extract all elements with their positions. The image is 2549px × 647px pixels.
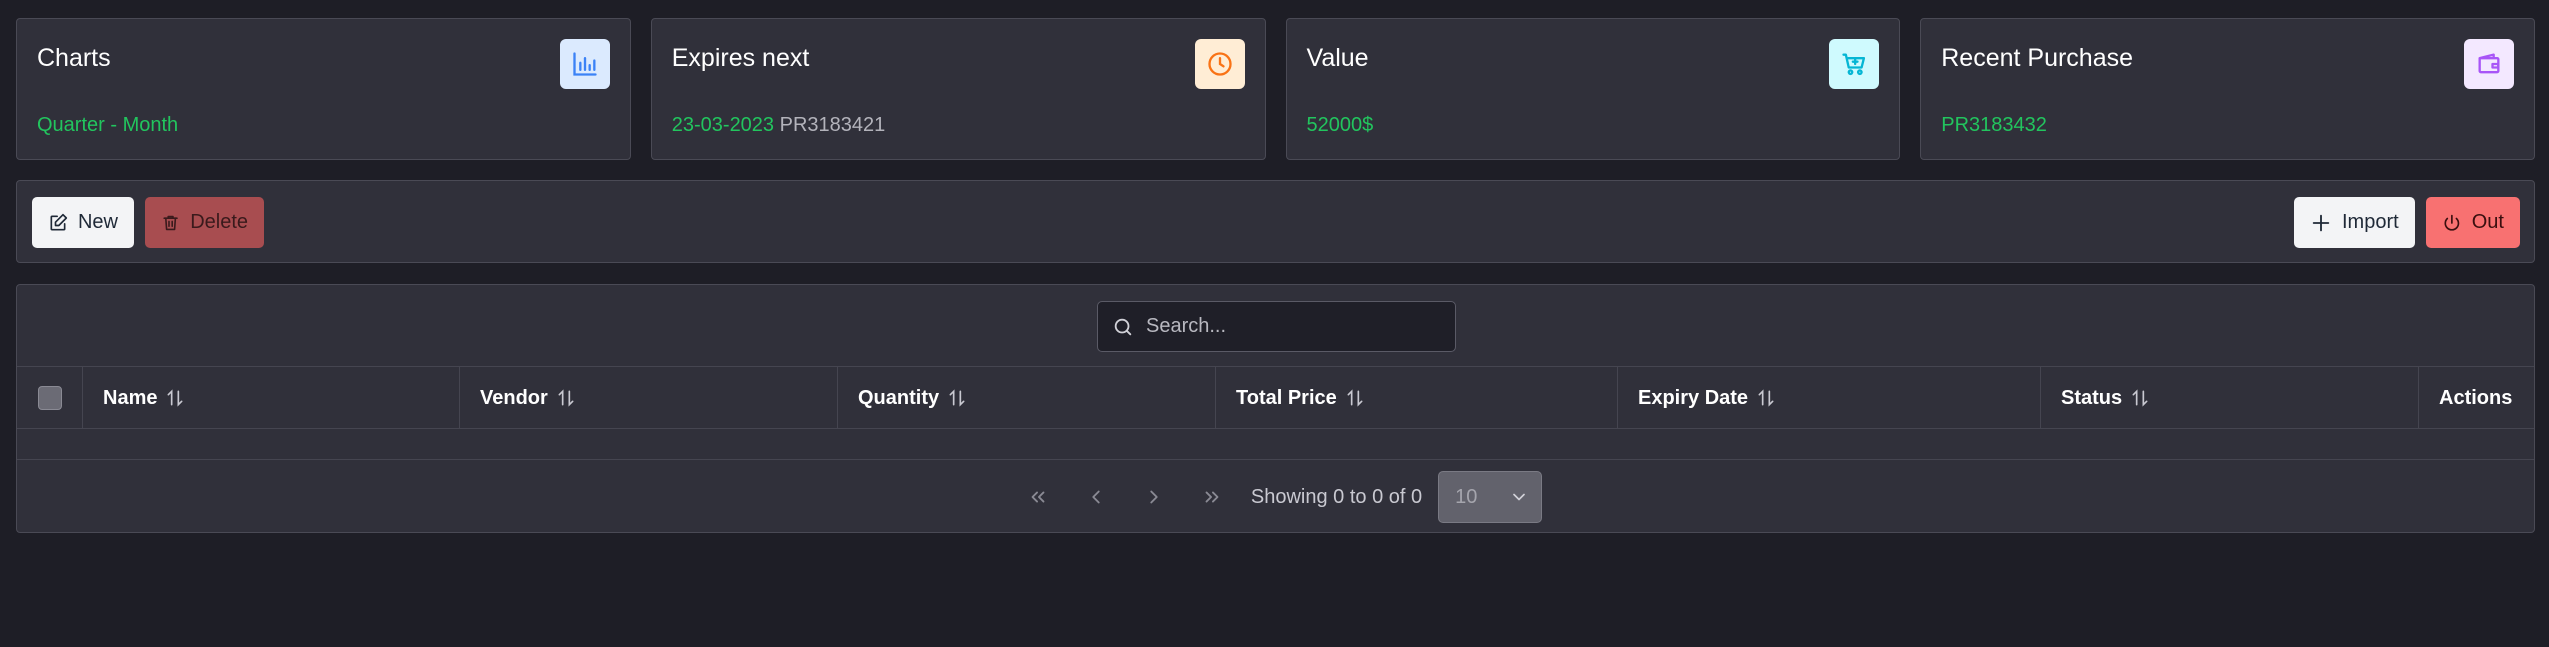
chevrons-left-icon bbox=[1031, 491, 1045, 503]
select-all-checkbox[interactable] bbox=[38, 386, 62, 410]
search-icon bbox=[1114, 318, 1132, 335]
paginator: Showing 0 to 0 of 0 10 bbox=[17, 460, 2534, 532]
new-button-label: New bbox=[77, 211, 118, 233]
power-icon bbox=[2444, 214, 2460, 231]
clock-icon bbox=[1194, 39, 1245, 89]
card-sub-highlight: 23-03-2023 bbox=[671, 114, 775, 136]
sort-icon bbox=[949, 389, 965, 407]
new-button[interactable]: New bbox=[32, 197, 134, 248]
card-subtitle: 52000$ bbox=[1307, 112, 1374, 138]
chevron-right-icon bbox=[1150, 490, 1158, 504]
search-area bbox=[17, 285, 2534, 367]
column-header-label: Total Price bbox=[1236, 386, 1337, 409]
column-header-status[interactable]: Status bbox=[2041, 367, 2419, 429]
sort-icon bbox=[1758, 389, 1774, 407]
table-empty-row bbox=[17, 429, 2534, 460]
column-header-label: Actions bbox=[2439, 386, 2513, 409]
cart-icon bbox=[1829, 39, 1880, 89]
last-page-button[interactable] bbox=[1183, 472, 1241, 522]
card-charts: Charts Quarter - Month bbox=[16, 18, 631, 160]
page-report: Showing 0 to 0 of 0 bbox=[1250, 485, 1423, 508]
delete-button[interactable]: Delete bbox=[145, 197, 264, 248]
out-button-label: Out bbox=[2471, 211, 2504, 233]
bar-chart-icon bbox=[559, 39, 610, 89]
search-box[interactable] bbox=[1097, 301, 1456, 352]
select-all-cell bbox=[17, 367, 83, 429]
sort-icon bbox=[167, 389, 183, 407]
column-header-label: Name bbox=[103, 386, 158, 409]
chevron-down-icon bbox=[1513, 493, 1525, 501]
column-header-vendor[interactable]: Vendor bbox=[460, 367, 838, 429]
sort-icon bbox=[1347, 389, 1363, 407]
trash-icon bbox=[163, 215, 178, 230]
column-header-quantity[interactable]: Quantity bbox=[838, 367, 1216, 429]
plus-icon bbox=[2312, 214, 2330, 231]
import-button-label: Import bbox=[2342, 211, 2399, 233]
wallet-icon bbox=[2464, 39, 2514, 89]
card-subtitle: Quarter - Month bbox=[37, 112, 178, 138]
column-header-label: Expiry Date bbox=[1638, 386, 1749, 409]
search-input[interactable] bbox=[1146, 315, 1436, 338]
card-sub-highlight: Quarter - Month bbox=[37, 114, 179, 136]
column-header-label: Status bbox=[2061, 386, 2123, 409]
sort-icon bbox=[558, 389, 574, 407]
import-button[interactable]: Import bbox=[2294, 197, 2415, 248]
column-header-label: Vendor bbox=[480, 386, 548, 409]
card-sub-muted: PR3183421 bbox=[779, 114, 886, 136]
card-title: Expires next bbox=[671, 44, 810, 72]
delete-button-label: Delete bbox=[190, 211, 248, 233]
app-root: Charts Quarter - Month Expires next 23-0… bbox=[0, 0, 2549, 647]
column-header-expiry-date[interactable]: Expiry Date bbox=[1618, 367, 2041, 429]
stat-cards: Charts Quarter - Month Expires next 23-0… bbox=[16, 18, 2535, 160]
column-header-label: Quantity bbox=[858, 386, 940, 409]
rows-per-page-value: 10 bbox=[1455, 485, 1478, 508]
products-table-panel: Name Vendor Quantity Total Price Expiry … bbox=[16, 284, 2535, 533]
column-header-actions: Actions bbox=[2419, 367, 2534, 429]
card-title: Recent Purchase bbox=[1941, 44, 2134, 72]
column-header-total-price[interactable]: Total Price bbox=[1216, 367, 1618, 429]
card-sub-highlight: PR3183432 bbox=[1941, 114, 2047, 136]
chevron-left-icon bbox=[1092, 490, 1100, 504]
first-page-button[interactable] bbox=[1009, 472, 1067, 522]
card-subtitle: 23-03-2023 PR3183421 bbox=[672, 112, 886, 138]
rows-per-page-dropdown[interactable]: 10 bbox=[1438, 471, 1543, 523]
toolbar: New Delete Import Out bbox=[16, 180, 2535, 263]
card-title: Value bbox=[1306, 44, 1369, 72]
edit-icon bbox=[50, 213, 68, 230]
sort-icon bbox=[2132, 389, 2148, 407]
card-value: Value 52000$ bbox=[1285, 18, 1901, 160]
prev-page-button[interactable] bbox=[1067, 472, 1125, 522]
column-header-name[interactable]: Name bbox=[83, 367, 460, 429]
card-title: Charts bbox=[37, 44, 111, 72]
card-sub-highlight: 52000$ bbox=[1306, 114, 1374, 136]
table-header: Name Vendor Quantity Total Price Expiry … bbox=[17, 367, 2534, 429]
card-subtitle: PR3183432 bbox=[1941, 112, 2047, 138]
card-recent-purchase: Recent Purchase PR3183432 bbox=[1920, 18, 2535, 160]
chevrons-right-icon bbox=[1205, 491, 1219, 503]
card-expires-next: Expires next 23-03-2023 PR3183421 bbox=[650, 18, 1266, 160]
next-page-button[interactable] bbox=[1125, 472, 1183, 522]
out-button[interactable]: Out bbox=[2426, 197, 2520, 248]
